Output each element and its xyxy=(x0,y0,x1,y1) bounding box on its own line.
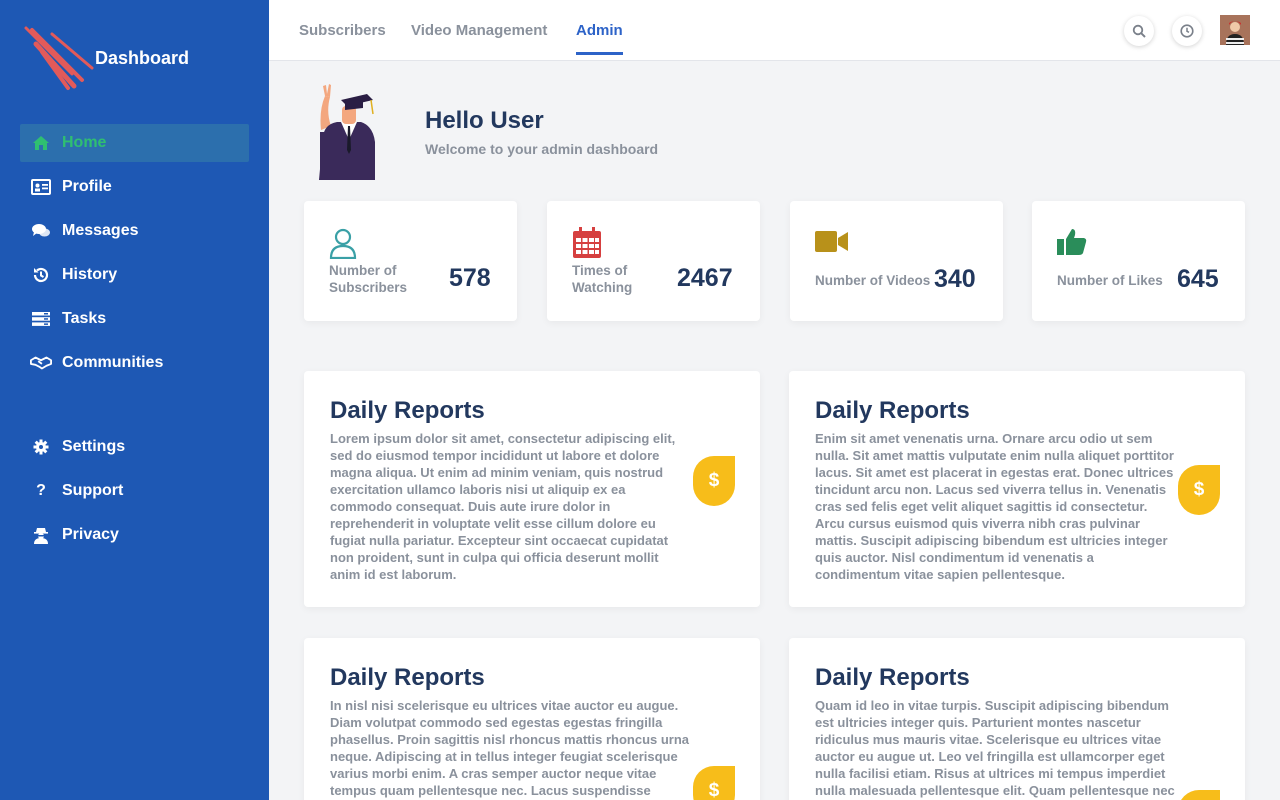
report-title: Daily Reports xyxy=(330,664,485,691)
calendar-icon xyxy=(572,227,602,264)
report-card[interactable]: Daily Reports Lorem ipsum dolor sit amet… xyxy=(304,371,760,607)
stat-card-subscribers[interactable]: Number of Subscribers 578 xyxy=(304,201,517,321)
question-icon: ? xyxy=(36,482,46,499)
report-card[interactable]: Daily Reports In nisl nisi scelerisque e… xyxy=(304,638,760,800)
sidebar-item-label: History xyxy=(62,266,118,283)
stat-value: 578 xyxy=(449,264,491,292)
page-title: Hello User xyxy=(425,107,544,134)
id-card-icon xyxy=(30,176,52,198)
user-icon xyxy=(329,227,357,264)
report-card[interactable]: Daily Reports Enim sit amet venenatis ur… xyxy=(789,371,1245,607)
sidebar-item-support[interactable]: ? Support xyxy=(20,472,249,510)
stat-label: Watching xyxy=(572,280,633,295)
report-text: Enim sit amet venenatis urna. Ornare arc… xyxy=(815,431,1174,582)
dollar-icon: $ xyxy=(1193,479,1205,500)
stat-card-likes[interactable]: Number of Likes 645 xyxy=(1032,201,1245,321)
stat-value: 2467 xyxy=(677,264,733,292)
dollar-badge[interactable]: $ xyxy=(1178,465,1220,515)
thumbs-up-icon xyxy=(1057,227,1087,262)
stat-card-videos[interactable]: Number of Videos 340 xyxy=(790,201,1003,321)
avatar-icon xyxy=(1220,15,1250,45)
gear-icon xyxy=(30,436,52,458)
report-title: Daily Reports xyxy=(815,397,970,424)
stat-label: Number of xyxy=(329,263,397,278)
dollar-badge[interactable]: $ xyxy=(1178,790,1220,800)
video-camera-icon xyxy=(815,227,849,262)
stat-label: Times of xyxy=(572,263,628,278)
sidebar-bottom-nav: Settings ? Support Privacy xyxy=(20,428,249,560)
stat-label: Number of Likes xyxy=(1057,273,1163,288)
clock-button[interactable] xyxy=(1172,16,1202,46)
tab-video-management[interactable]: Video Management xyxy=(411,22,547,39)
logo-icon xyxy=(24,26,94,90)
sidebar-item-tasks[interactable]: Tasks xyxy=(20,300,249,338)
sidebar-item-privacy[interactable]: Privacy xyxy=(20,516,249,554)
sidebar-item-messages[interactable]: Messages xyxy=(20,212,249,250)
tab-admin[interactable]: Admin xyxy=(576,22,623,55)
app-title: Dashboard xyxy=(95,48,190,68)
search-icon xyxy=(1132,24,1146,38)
search-button[interactable] xyxy=(1124,16,1154,46)
report-card[interactable]: Daily Reports Quam id leo in vitae turpi… xyxy=(789,638,1245,800)
sidebar-item-profile[interactable]: Profile xyxy=(20,168,249,206)
avatar[interactable] xyxy=(1220,15,1250,45)
sidebar-nav: Home Profile Messages History Tasks Comm… xyxy=(20,124,249,388)
sidebar-item-home[interactable]: Home xyxy=(20,124,249,162)
tab-subscribers[interactable]: Subscribers xyxy=(299,22,386,39)
report-title: Daily Reports xyxy=(330,397,485,424)
report-text: Lorem ipsum dolor sit amet, consectetur … xyxy=(330,431,676,582)
sidebar-item-label: Home xyxy=(62,134,107,151)
sidebar-item-settings[interactable]: Settings xyxy=(20,428,249,466)
tasks-icon xyxy=(30,308,52,330)
sidebar-item-communities[interactable]: Communities xyxy=(20,344,249,382)
dollar-badge[interactable]: $ xyxy=(693,456,735,506)
sidebar-item-label: Settings xyxy=(62,438,126,455)
stat-value: 645 xyxy=(1177,265,1219,293)
dollar-icon: $ xyxy=(708,780,720,800)
report-text: Quam id leo in vitae turpis. Suscipit ad… xyxy=(815,698,1175,798)
top-bar: Subscribers Video Management Admin xyxy=(269,0,1280,61)
dollar-icon: $ xyxy=(708,470,720,491)
report-title: Daily Reports xyxy=(815,664,970,691)
sidebar-item-label: Communities xyxy=(62,354,164,371)
dollar-badge[interactable]: $ xyxy=(693,766,735,800)
user-secret-icon xyxy=(30,524,52,546)
clock-icon xyxy=(1180,24,1194,38)
stat-label: Subscribers xyxy=(329,280,408,295)
sidebar-item-label: Tasks xyxy=(62,310,107,327)
home-icon xyxy=(30,132,52,154)
sidebar-item-label: Messages xyxy=(62,222,139,239)
sidebar: Dashboard Home Profile Messages History xyxy=(0,0,269,800)
sidebar-item-label: Profile xyxy=(62,178,112,195)
stat-card-watching[interactable]: Times of Watching 2467 xyxy=(547,201,760,321)
brand[interactable]: Dashboard xyxy=(22,22,252,98)
sidebar-item-label: Support xyxy=(62,482,124,499)
handshake-icon xyxy=(30,352,52,374)
sidebar-item-history[interactable]: History xyxy=(20,256,249,294)
stat-value: 340 xyxy=(934,265,976,293)
report-text: In nisl nisi scelerisque eu ultrices vit… xyxy=(330,698,690,798)
page-subtitle: Welcome to your admin dashboard xyxy=(425,141,659,157)
sidebar-item-label: Privacy xyxy=(62,526,119,543)
graduate-illustration xyxy=(311,80,391,182)
history-icon xyxy=(30,264,52,286)
comments-icon xyxy=(30,220,52,242)
stat-label: Number of Videos xyxy=(815,273,931,288)
